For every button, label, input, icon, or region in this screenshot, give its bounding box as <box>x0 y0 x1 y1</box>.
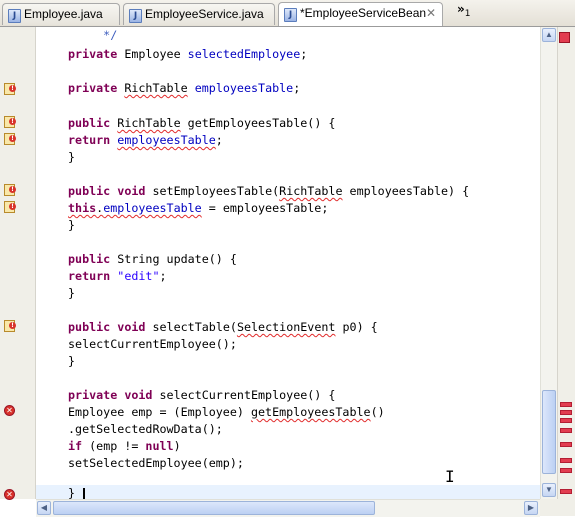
horizontal-scroll-thumb[interactable] <box>53 501 375 515</box>
code-line: } <box>68 286 76 300</box>
code-line: public void selectTable(SelectionEvent p… <box>68 320 378 334</box>
overview-ruler[interactable] <box>557 27 575 499</box>
error-marker[interactable] <box>560 442 572 447</box>
code-editor[interactable]: */ private Employee selectedEmployee; pr… <box>36 27 540 499</box>
error-summary-icon[interactable] <box>559 32 570 43</box>
error-marker[interactable] <box>560 468 572 473</box>
code-line: Employee emp = (Employee) getEmployeesTa… <box>68 405 385 419</box>
code-line: } <box>68 150 76 164</box>
code-line: return employeesTable; <box>68 133 223 147</box>
tab-employee-java[interactable]: J Employee.java <box>2 3 120 25</box>
code-line: } <box>68 354 76 368</box>
scroll-up-button[interactable]: ▲ <box>542 28 556 42</box>
warning-icon[interactable] <box>4 184 16 196</box>
scroll-left-button[interactable]: ◀ <box>37 501 51 515</box>
error-marker[interactable] <box>560 402 572 407</box>
mouse-ibeam-cursor: I <box>445 467 455 486</box>
code-line: private RichTable employeesTable; <box>68 81 301 95</box>
tab-employee-service-bean[interactable]: J *EmployeeServiceBean ✕ <box>278 2 443 26</box>
warning-icon[interactable] <box>4 116 16 128</box>
code-line: private Employee selectedEmployee; <box>68 47 308 61</box>
error-marker[interactable] <box>560 458 572 463</box>
java-file-icon: J <box>8 9 21 23</box>
chevron-double-right-icon: » <box>457 2 465 16</box>
scroll-right-button[interactable]: ▶ <box>524 501 538 515</box>
tab-overflow-count: 1 <box>464 9 471 19</box>
vertical-scroll-thumb[interactable] <box>542 390 556 474</box>
tab-employee-service-java[interactable]: J EmployeeService.java <box>123 3 275 25</box>
java-file-icon: J <box>284 8 297 22</box>
error-icon[interactable]: ✕ <box>4 489 15 500</box>
code-line: public RichTable getEmployeesTable() { <box>68 116 336 130</box>
code-line: private void selectCurrentEmployee() { <box>68 388 336 402</box>
code-line: public void setEmployeesTable(RichTable … <box>68 184 470 198</box>
warning-icon[interactable] <box>4 201 16 213</box>
error-marker[interactable] <box>560 489 572 494</box>
warning-icon[interactable] <box>4 133 16 145</box>
warning-icon[interactable] <box>4 83 16 95</box>
code-line: .getSelectedRowData(); <box>68 422 223 436</box>
tab-overflow-button[interactable]: »1 <box>457 2 471 19</box>
scroll-down-button[interactable]: ▼ <box>542 483 556 497</box>
code-line: } <box>68 218 76 232</box>
error-marker[interactable] <box>560 418 572 423</box>
editor-gutter: ✕ ✕ <box>0 27 36 500</box>
code-line: this.employeesTable = employeesTable; <box>68 201 329 215</box>
error-icon[interactable]: ✕ <box>4 405 15 416</box>
warning-icon[interactable] <box>4 320 16 332</box>
code-line: } <box>68 486 76 499</box>
code-line: */ <box>68 28 118 42</box>
java-file-icon: J <box>129 9 142 23</box>
current-line-highlight <box>36 485 540 499</box>
horizontal-scrollbar[interactable]: ◀ ▶ <box>36 499 540 517</box>
code-line: selectCurrentEmployee(); <box>68 337 237 351</box>
close-icon[interactable]: ✕ <box>426 3 436 24</box>
code-line: return "edit"; <box>68 269 167 283</box>
editor-tab-bar: J Employee.java J EmployeeService.java J… <box>0 0 575 27</box>
code-line: if (emp != null) <box>68 439 181 453</box>
text-caret <box>83 488 85 499</box>
scrollbar-corner <box>540 499 575 516</box>
error-marker[interactable] <box>560 410 572 415</box>
code-line: public String update() { <box>68 252 237 266</box>
vertical-scrollbar[interactable]: ▲ ▼ <box>540 27 557 499</box>
error-marker[interactable] <box>560 428 572 433</box>
code-line: setSelectedEmployee(emp); <box>68 456 244 470</box>
